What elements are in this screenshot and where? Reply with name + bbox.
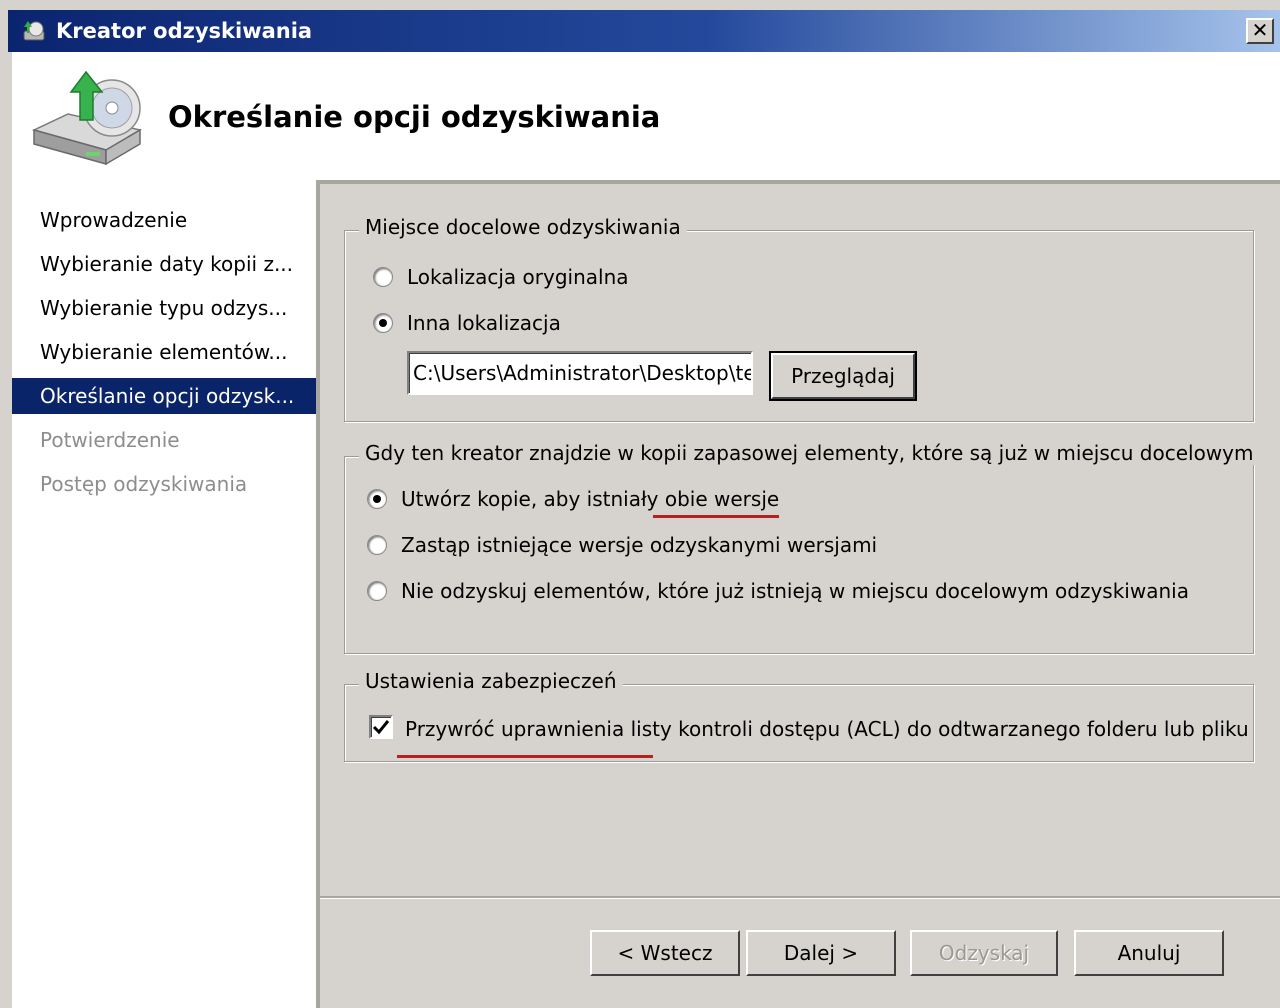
page-title: Określanie opcji odzyskiwania bbox=[168, 100, 661, 134]
footer-divider bbox=[320, 896, 1280, 899]
security-group: Ustawienia zabezpieczeń Przywróć uprawni… bbox=[344, 669, 1254, 762]
destination-group: Miejsce docelowe odzyskiwania Lokalizacj… bbox=[344, 215, 1254, 422]
skip-existing-label[interactable]: Nie odzyskuj elementów, które już istnie… bbox=[401, 579, 1189, 603]
destination-legend: Miejsce docelowe odzyskiwania bbox=[359, 215, 687, 239]
sidebar-item-select-date[interactable]: Wybieranie daty kopii z... bbox=[12, 246, 316, 282]
cancel-button[interactable]: Anuluj bbox=[1074, 930, 1224, 976]
conflict-group: Gdy ten kreator znajdzie w kopii zapasow… bbox=[344, 441, 1260, 654]
app-icon bbox=[23, 21, 45, 41]
annotation-underline-both-versions bbox=[653, 515, 779, 518]
radio-other-location[interactable] bbox=[373, 313, 393, 333]
sidebar-item-select-type[interactable]: Wybieranie typu odzys... bbox=[12, 290, 316, 326]
title-bar[interactable]: Kreator odzyskiwania ✕ bbox=[8, 10, 1280, 52]
sidebar-item-confirmation: Potwierdzenie bbox=[40, 428, 180, 452]
browse-button[interactable]: Przeglądaj bbox=[769, 351, 917, 401]
sidebar-item-select-items[interactable]: Wybieranie elementów... bbox=[12, 334, 316, 370]
radio-replace-versions[interactable] bbox=[367, 535, 387, 555]
radio-skip-existing[interactable] bbox=[367, 581, 387, 601]
sidebar-item-introduction[interactable]: Wprowadzenie bbox=[12, 202, 316, 238]
options-panel: Miejsce docelowe odzyskiwania Lokalizacj… bbox=[320, 184, 1280, 1008]
window-title: Kreator odzyskiwania bbox=[56, 19, 313, 43]
checkmark-icon bbox=[372, 720, 390, 735]
sidebar-item-recovery-options[interactable]: Określanie opcji odzysk... bbox=[12, 378, 316, 414]
security-legend: Ustawienia zabezpieczeń bbox=[359, 669, 623, 693]
original-location-label[interactable]: Lokalizacja oryginalna bbox=[407, 265, 629, 289]
recover-button: Odzyskaj bbox=[910, 930, 1058, 976]
annotation-underline-acl bbox=[397, 755, 653, 758]
replace-versions-label[interactable]: Zastąp istniejące wersje odzyskanymi wer… bbox=[401, 533, 877, 557]
wizard-steps-sidebar: Wprowadzenie Wybieranie daty kopii z... … bbox=[12, 180, 316, 1008]
backup-restore-drive-icon bbox=[31, 70, 143, 166]
wizard-header: Określanie opcji odzyskiwania bbox=[12, 52, 1280, 180]
conflict-legend: Gdy ten kreator znajdzie w kopii zapasow… bbox=[359, 441, 1260, 465]
close-icon: ✕ bbox=[1251, 18, 1269, 42]
close-button[interactable]: ✕ bbox=[1246, 18, 1274, 44]
create-copies-label[interactable]: Utwórz kopie, aby istniały obie wersje bbox=[401, 487, 779, 511]
acl-label[interactable]: Przywróć uprawnienia listy kontroli dost… bbox=[405, 717, 1249, 741]
next-button[interactable]: Dalej > bbox=[746, 930, 896, 976]
sidebar-item-recovery-progress: Postęp odzyskiwania bbox=[40, 472, 248, 496]
back-button[interactable]: < Wstecz bbox=[590, 930, 740, 976]
radio-create-copies[interactable] bbox=[367, 489, 387, 509]
radio-original-location[interactable] bbox=[373, 267, 393, 287]
other-location-label[interactable]: Inna lokalizacja bbox=[407, 311, 561, 335]
destination-path-input[interactable]: C:\Users\Administrator\Desktop\tes bbox=[407, 351, 753, 395]
acl-checkbox[interactable] bbox=[369, 715, 393, 739]
